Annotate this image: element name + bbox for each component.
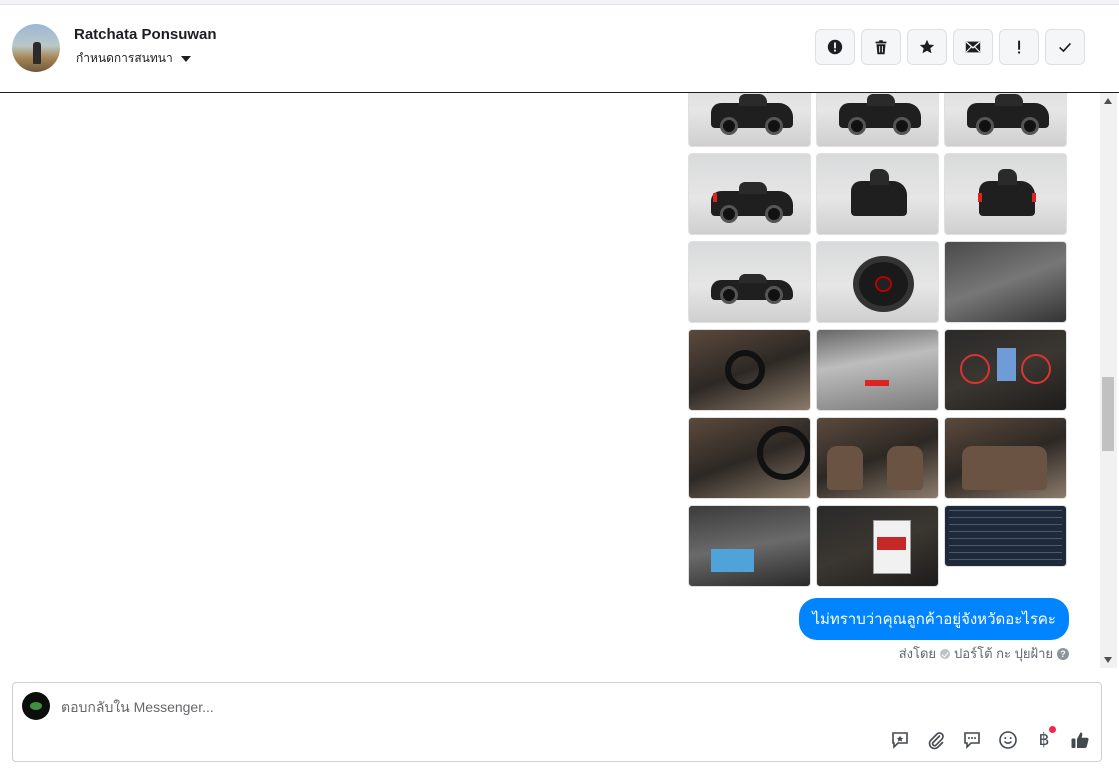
photo-attachments-grid (688, 93, 1067, 587)
outgoing-message-bubble[interactable]: ไม่ทราบว่าคุณลูกค้าอยู่จังหวัดอะไรคะ (799, 598, 1069, 640)
chat-bubble-icon (964, 732, 980, 749)
paperclip-icon (928, 732, 944, 750)
car-photo[interactable] (944, 417, 1067, 499)
car-photo[interactable] (688, 93, 811, 147)
car-photo[interactable] (688, 241, 811, 323)
spam-button[interactable] (815, 29, 855, 65)
contact-name[interactable]: Ratchata Ponsuwan (74, 26, 217, 43)
sender-name: ปอร์โต้ กะ ปุยฝ้าย (954, 646, 1053, 661)
attach-button[interactable] (925, 729, 947, 751)
baht-icon: ฿ (1038, 730, 1050, 749)
notification-dot (1049, 726, 1056, 733)
message-thread: ไม่ทราบว่าคุณลูกค้าอยู่จังหวัดอะไรคะ ส่ง… (0, 93, 1100, 668)
car-photo[interactable] (688, 153, 811, 235)
envelope-icon (965, 41, 981, 53)
emoji-icon (999, 731, 1017, 749)
saved-reply-button[interactable] (889, 729, 911, 751)
car-photo[interactable] (688, 505, 811, 587)
car-photo[interactable] (944, 329, 1067, 411)
saved-reply-icon (892, 732, 908, 749)
car-photo[interactable] (816, 329, 939, 411)
header-actions (815, 29, 1085, 65)
star-icon (919, 39, 935, 54)
car-photo[interactable] (688, 417, 811, 499)
scroll-up-arrow-icon[interactable] (1104, 98, 1112, 104)
delete-button[interactable] (861, 29, 901, 65)
caret-down-icon (180, 55, 191, 62)
payment-button[interactable]: ฿ (1033, 726, 1056, 751)
star-button[interactable] (907, 29, 947, 65)
car-photo[interactable] (816, 93, 939, 147)
reply-input[interactable]: ตอบกลับใน Messenger... (61, 697, 214, 719)
thumbs-up-icon (1071, 732, 1089, 748)
sent-by-label: ส่งโดย (898, 646, 937, 661)
quick-reply-button[interactable] (961, 729, 983, 751)
check-icon (1059, 42, 1072, 53)
mark-done-button[interactable] (1045, 29, 1085, 65)
follow-up-button[interactable] (999, 29, 1039, 65)
car-photo[interactable] (816, 417, 939, 499)
verified-check-icon (940, 648, 951, 659)
help-icon[interactable]: ? (1057, 647, 1069, 660)
car-photo[interactable] (816, 153, 939, 235)
alert-circle-icon (827, 39, 843, 55)
car-photo[interactable] (816, 241, 939, 323)
conversation-header: Ratchata Ponsuwan กำหนดการสนทนา (0, 5, 1119, 93)
assign-label: กำหนดการสนทนา (76, 51, 173, 65)
car-photo[interactable] (944, 241, 1067, 323)
mark-unread-button[interactable] (953, 29, 993, 65)
car-photo[interactable] (944, 93, 1067, 147)
reply-composer[interactable]: ตอบกลับใน Messenger... ฿ (12, 682, 1102, 762)
trash-icon (875, 40, 887, 55)
exclamation-icon (1018, 40, 1021, 54)
composer-tools: ฿ (889, 726, 1091, 751)
car-photo[interactable] (944, 153, 1067, 235)
car-spec-image[interactable] (944, 505, 1067, 567)
scrollbar-thumb[interactable] (1102, 377, 1114, 451)
like-button[interactable] (1069, 729, 1091, 751)
sent-by-info: ส่งโดย ปอร์โต้ กะ ปุยฝ้าย ? (899, 643, 1069, 664)
assign-conversation-dropdown[interactable]: กำหนดการสนทนา (76, 49, 191, 68)
page-avatar (22, 692, 50, 720)
thread-scrollbar[interactable] (1100, 93, 1117, 668)
contact-avatar[interactable] (12, 24, 60, 72)
car-photo[interactable] (816, 505, 939, 587)
scroll-down-arrow-icon[interactable] (1104, 657, 1112, 663)
emoji-button[interactable] (997, 729, 1019, 751)
car-photo[interactable] (688, 329, 811, 411)
